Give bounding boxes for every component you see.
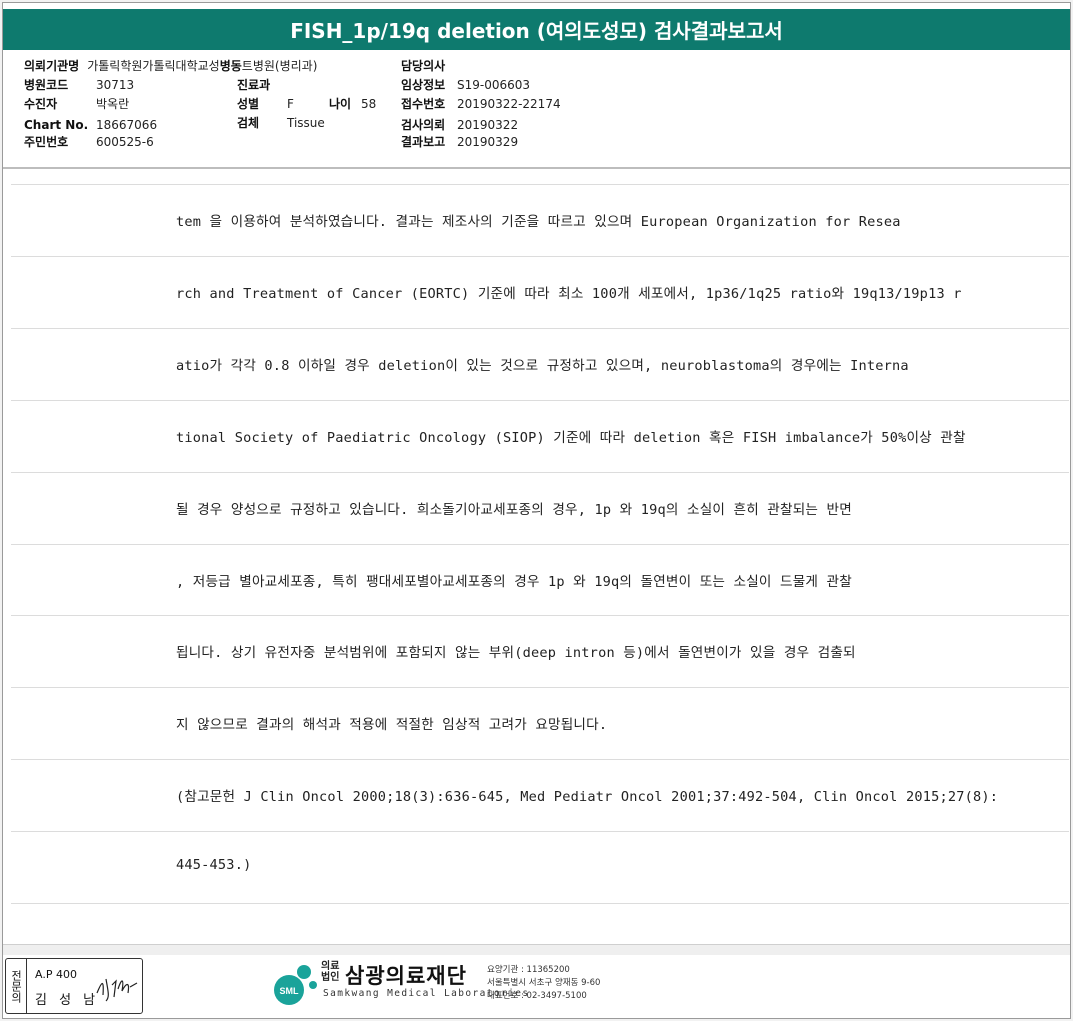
report-title: FISH_1p/19q deletion (여의도성모) 검사결과보고서	[3, 9, 1070, 50]
header-patient: 수진자 박옥란	[24, 97, 130, 111]
result-text-line: 445-453.)	[176, 857, 252, 873]
header-sex: 성별 F 나이 58	[237, 97, 377, 111]
logo-name: 삼광의료재단	[345, 964, 467, 988]
header-hospital-code: 병원코드 30713	[24, 78, 135, 92]
header-report-date: 결과보고 20190329	[401, 135, 519, 149]
row-divider	[11, 544, 1069, 545]
sml-logo-icon: SML	[271, 961, 321, 1015]
row-divider	[11, 615, 1069, 616]
row-divider	[11, 184, 1069, 185]
page-background: FISH_1p/19q deletion (여의도성모) 검사결과보고서 의뢰기…	[0, 0, 1073, 1021]
row-divider	[11, 328, 1069, 329]
signature-icon	[96, 978, 138, 1002]
stamp-name: 김 성 남	[35, 993, 100, 1008]
header-divider	[3, 167, 1070, 169]
footer-divider	[3, 944, 1070, 955]
row-divider	[11, 831, 1069, 832]
header-request-date: 검사의뢰 20190322	[401, 118, 519, 132]
header-chart-no: Chart No. 18667066	[24, 118, 158, 132]
row-divider	[11, 687, 1069, 688]
stamp-code: A.P 400	[35, 968, 77, 981]
result-text-line: rch and Treatment of Cancer (EORTC) 기준에 …	[176, 286, 962, 302]
row-divider	[11, 256, 1069, 257]
result-text-line: 될 경우 양성으로 규정하고 있습니다. 희소돌기아교세포종의 경우, 1p 와…	[176, 502, 852, 518]
header-department: 진료과	[237, 78, 271, 92]
header-doctor: 담당의사	[401, 59, 446, 73]
header-rrn: 주민번호 600525-6	[24, 135, 154, 149]
header-receipt-no: 접수번호 20190322-22174	[401, 97, 561, 111]
report-sheet: FISH_1p/19q deletion (여의도성모) 검사결과보고서 의뢰기…	[2, 2, 1071, 1019]
result-text-line: tem 을 이용하여 분석하였습니다. 결과는 제조사의 기준을 따르고 있으며…	[176, 214, 901, 230]
stamp-side-label: 전문의	[6, 959, 27, 1013]
result-text-line: atio가 각각 0.8 이하일 경우 deletion이 있는 것으로 규정하…	[176, 358, 909, 374]
logo-badge-text: SML	[280, 986, 300, 996]
logo-prefix: 의료 법인	[321, 961, 340, 983]
row-divider	[11, 400, 1069, 401]
header-specimen: 검체 Tissue	[237, 116, 325, 130]
result-text-line: , 저등급 별아교세포종, 특히 팽대세포별아교세포종의 경우 1p 와 19q…	[176, 574, 852, 590]
result-text-line: 됩니다. 상기 유전자중 분석범위에 포함되지 않는 부위(deep intro…	[176, 645, 856, 661]
result-text-line: (참고문헌 J Clin Oncol 2000;18(3):636-645, M…	[176, 789, 999, 805]
pathologist-stamp: 전문의 A.P 400 김 성 남	[5, 958, 143, 1014]
row-divider	[11, 903, 1069, 904]
header-institution: 의뢰기관명 가톨릭학원가톨릭대학교성병동트병원(병리과)	[24, 59, 318, 73]
row-divider	[11, 472, 1069, 473]
result-text-line: 지 않으므로 결과의 해석과 적용에 적절한 임상적 고려가 요망됩니다.	[176, 717, 608, 733]
result-text-line: tional Society of Paediatric Oncology (S…	[176, 430, 966, 446]
lab-contact-info: 요양기관 : 11365200 서울특별시 서초구 양재동 9-60 대표번호 …	[487, 965, 601, 1001]
row-divider	[11, 759, 1069, 760]
header-clinical-info: 임상정보 S19-006603	[401, 78, 531, 92]
